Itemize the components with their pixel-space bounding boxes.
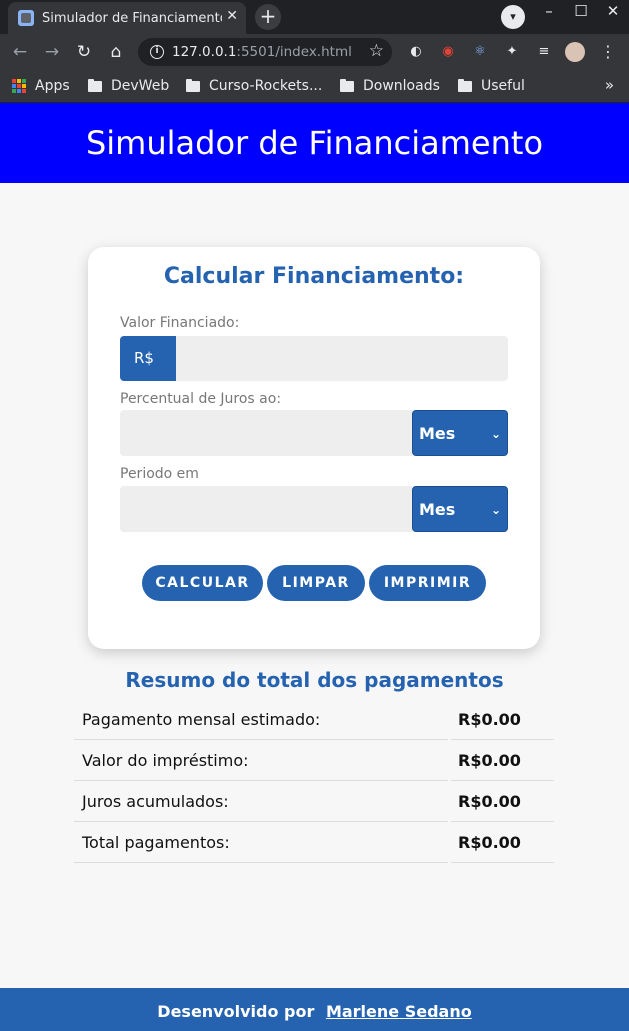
- url-path: :5501/index.html: [236, 44, 352, 60]
- limpar-button[interactable]: LIMPAR: [267, 565, 365, 601]
- bookmark-devweb[interactable]: DevWeb: [88, 76, 169, 96]
- periodo-unit-select[interactable]: Mes ⌄: [412, 486, 508, 532]
- bookmark-label: Useful: [481, 78, 525, 94]
- profile-avatar[interactable]: [565, 42, 585, 62]
- summary-value: R$0.00: [451, 741, 554, 781]
- summary-label: Juros acumulados:: [74, 782, 448, 822]
- window-close-icon[interactable]: ✕: [603, 2, 623, 20]
- card-title: Calcular Financiamento:: [163, 264, 465, 289]
- browser-tabstrip: Simulador de Financiamento ✕ + ▾ – ☐ ✕: [0, 0, 629, 34]
- browser-menu-icon[interactable]: ⋮: [598, 42, 618, 62]
- color-wheel-icon[interactable]: ◉: [438, 42, 458, 62]
- bookmark-apps[interactable]: Apps: [12, 76, 70, 96]
- summary-value: R$0.00: [451, 700, 554, 740]
- maximize-icon[interactable]: ☐: [571, 2, 591, 20]
- folder-icon: [88, 78, 102, 92]
- folder-icon: [186, 78, 200, 92]
- bookmark-label: Downloads: [363, 78, 440, 94]
- bookmarks-overflow-icon[interactable]: »: [605, 76, 614, 94]
- chevron-down-icon: ⌄: [490, 503, 501, 517]
- browser-toolbar: ← → ↻ ⌂ i 127.0.0.1:5501/index.html ☆ ◐ …: [0, 34, 629, 70]
- summary-row: Total pagamentos: R$0.00: [74, 823, 554, 864]
- summary-value: R$0.00: [451, 782, 554, 822]
- bookmark-downloads[interactable]: Downloads: [340, 76, 440, 96]
- periodo-unit-value: Mes: [419, 500, 456, 519]
- imprimir-button[interactable]: IMPRIMIR: [369, 565, 486, 601]
- react-devtools-icon[interactable]: ⚛: [470, 42, 490, 62]
- tab-title: Simulador de Financiamento: [42, 10, 222, 26]
- periodo-label: Periodo em: [120, 466, 199, 482]
- footer-prefix: Desenvolvido por: [157, 1002, 315, 1021]
- folder-icon: [340, 78, 354, 92]
- bookmark-useful[interactable]: Useful: [458, 76, 525, 96]
- page-header: Simulador de Financiamento: [0, 103, 629, 183]
- summary-label: Total pagamentos:: [74, 823, 448, 863]
- bookmark-curso-rockets[interactable]: Curso-Rockets...: [186, 76, 322, 96]
- summary-label: Pagamento mensal estimado:: [74, 700, 448, 740]
- new-tab-button[interactable]: +: [255, 4, 281, 30]
- url-host: 127.0.0.1: [172, 44, 237, 60]
- summary-label: Valor do impréstimo:: [74, 741, 448, 781]
- apps-grid-icon: [12, 79, 26, 93]
- author-link[interactable]: Marlene Sedano: [326, 1002, 472, 1021]
- bookmark-label: Curso-Rockets...: [209, 78, 323, 94]
- juros-input[interactable]: [120, 410, 412, 456]
- page-favicon-icon: [18, 10, 34, 26]
- valor-input[interactable]: [176, 336, 508, 381]
- site-info-icon[interactable]: i: [150, 45, 164, 59]
- summary-row: Juros acumulados: R$0.00: [74, 782, 554, 823]
- puzzle-icon[interactable]: ✦: [502, 42, 522, 62]
- chevron-down-icon: ⌄: [490, 427, 501, 441]
- bookmarks-bar: Apps DevWeb Curso-Rockets... Downloads U…: [0, 70, 629, 103]
- calculator-card: Calcular Financiamento: Valor Financiado…: [88, 247, 540, 649]
- browser-tab[interactable]: Simulador de Financiamento ✕: [8, 2, 246, 34]
- juros-period-value: Mes: [419, 424, 456, 443]
- home-icon[interactable]: ⌂: [104, 40, 128, 64]
- summary-title: Resumo do total dos pagamentos: [125, 668, 504, 692]
- bookmark-label: DevWeb: [111, 78, 170, 94]
- calcular-button[interactable]: CALCULAR: [142, 565, 263, 601]
- juros-label: Percentual de Juros ao:: [120, 391, 282, 407]
- minimize-icon[interactable]: –: [539, 2, 559, 20]
- media-control-icon[interactable]: ≡: [534, 42, 554, 62]
- currency-prefix: R$: [120, 336, 176, 381]
- summary-row: Valor do impréstimo: R$0.00: [74, 741, 554, 782]
- reload-icon[interactable]: ↻: [72, 40, 96, 64]
- grammar-icon[interactable]: ◐: [406, 42, 426, 62]
- summary-value: R$0.00: [451, 823, 554, 863]
- valor-label: Valor Financiado:: [120, 315, 240, 331]
- page-footer: Desenvolvido por Marlene Sedano: [0, 988, 629, 1031]
- page-title: Simulador de Financiamento: [85, 124, 544, 162]
- summary-row: Pagamento mensal estimado: R$0.00: [74, 700, 554, 741]
- juros-period-select[interactable]: Mes ⌄: [412, 410, 508, 456]
- bookmark-label: Apps: [35, 78, 70, 94]
- folder-icon: [458, 78, 472, 92]
- periodo-input[interactable]: [120, 486, 412, 532]
- tab-search-icon[interactable]: ▾: [501, 5, 525, 29]
- back-icon[interactable]: ←: [8, 40, 32, 64]
- bookmark-star-icon[interactable]: ☆: [369, 41, 384, 61]
- forward-icon[interactable]: →: [40, 40, 64, 64]
- address-bar[interactable]: i 127.0.0.1:5501/index.html ☆: [138, 38, 392, 66]
- tab-close-icon[interactable]: ✕: [226, 8, 238, 24]
